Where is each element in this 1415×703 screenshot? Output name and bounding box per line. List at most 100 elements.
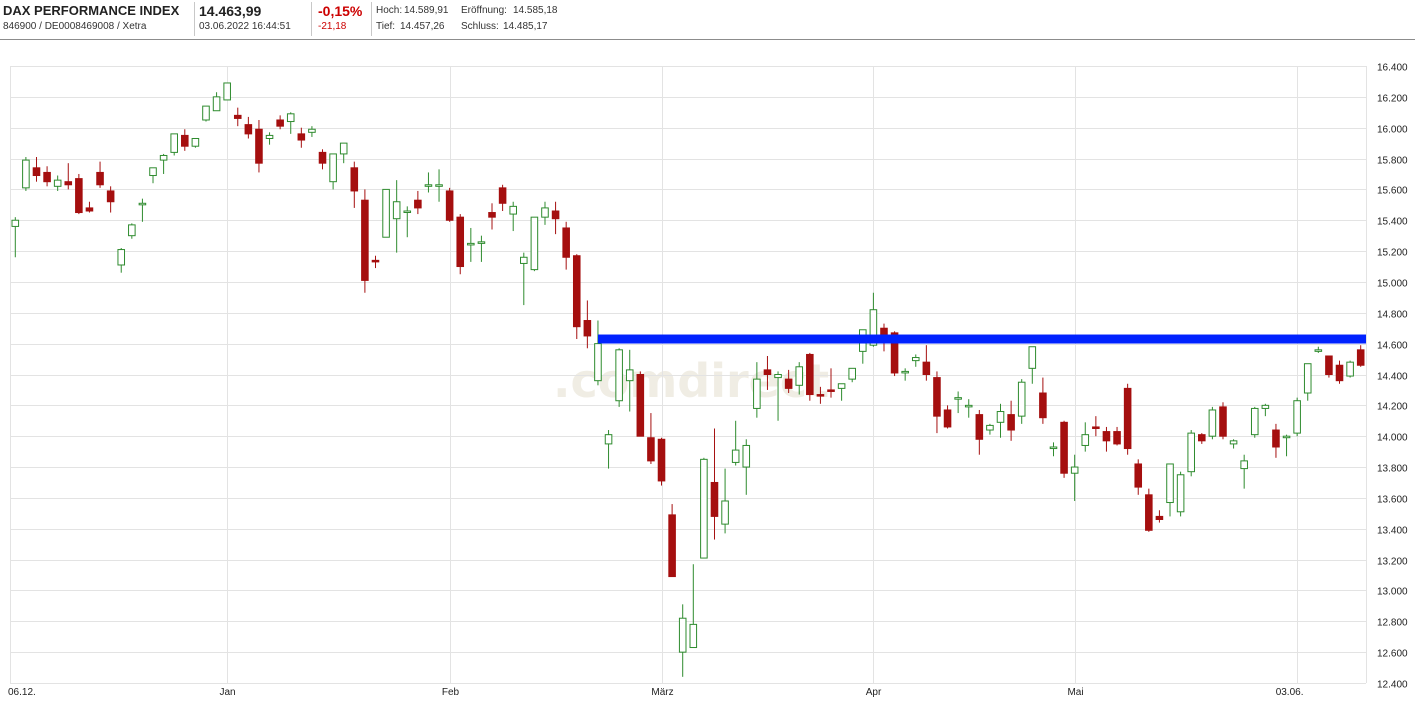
candle-body: [351, 168, 358, 191]
last-price: 14.463,99: [199, 3, 261, 19]
candle-body: [33, 168, 40, 176]
candle-body: [817, 395, 824, 397]
candle-body: [266, 135, 273, 138]
candle-body: [1357, 350, 1364, 365]
x-tick-label: 03.06.: [1276, 687, 1304, 698]
candle-body: [849, 368, 856, 379]
candle-body: [616, 350, 623, 401]
candle-body: [107, 191, 114, 202]
candle-body: [203, 106, 210, 120]
candle-body: [1135, 464, 1142, 487]
close-value: 14.485,17: [503, 21, 548, 32]
change-cell: -0,15% -21,18: [312, 0, 370, 38]
y-tick-label: 15.800: [1377, 156, 1408, 167]
candle-body: [690, 624, 697, 647]
candle-body: [828, 390, 835, 392]
quote-datetime: 03.06.2022 16:44:51: [199, 21, 291, 32]
candle-body: [595, 344, 602, 381]
candle-body: [669, 515, 676, 577]
candle-body: [139, 203, 146, 205]
candle-body: [97, 172, 104, 184]
candle-body: [1167, 464, 1174, 503]
y-tick-label: 14.800: [1377, 310, 1408, 321]
low-label: Tief:: [376, 21, 395, 32]
candle-body: [12, 220, 19, 226]
y-tick-label: 14.600: [1377, 341, 1408, 352]
x-tick-label: Jan: [219, 687, 235, 698]
candle-body: [1294, 401, 1301, 433]
candle-body: [902, 371, 909, 373]
candle-body: [605, 435, 612, 444]
candle-body: [1199, 435, 1206, 441]
candle-body: [1029, 347, 1036, 369]
y-tick-label: 13.000: [1377, 587, 1408, 598]
candle-body: [701, 459, 708, 558]
candle-body: [478, 242, 485, 244]
low-value: 14.457,26: [400, 21, 445, 32]
candle-body: [1283, 436, 1290, 438]
candle-body: [1188, 433, 1195, 472]
open-value: 14.585,18: [513, 5, 558, 16]
candle-body: [1251, 408, 1258, 434]
candle-body: [648, 438, 655, 461]
candle-body: [256, 129, 263, 163]
y-tick-label: 12.400: [1377, 680, 1408, 691]
candle-body: [23, 160, 30, 188]
candle-body: [298, 134, 305, 140]
y-tick-label: 15.600: [1377, 186, 1408, 197]
candle-body: [340, 143, 347, 154]
candle-body: [499, 188, 506, 203]
candle-body: [1315, 350, 1322, 352]
candle-body: [192, 138, 199, 146]
candle-body: [436, 185, 443, 187]
candle-body: [65, 182, 72, 185]
high-value: 14.589,91: [404, 5, 449, 16]
candle-body: [563, 228, 570, 257]
candle-body: [277, 120, 284, 126]
instrument-name[interactable]: DAX PERFORMANCE INDEX: [3, 3, 179, 18]
candle-body: [626, 370, 633, 381]
candle-body: [150, 168, 157, 176]
candle-body: [362, 200, 369, 280]
candle-body: [955, 398, 962, 400]
candle-body: [182, 135, 189, 146]
candle-body: [1220, 407, 1227, 436]
candle-body: [1008, 415, 1015, 430]
candle-body: [1177, 475, 1184, 512]
change-absolute: -21,18: [318, 21, 346, 32]
candle-body: [309, 129, 316, 132]
candle-body: [1018, 382, 1025, 416]
candle-body: [1146, 495, 1153, 530]
y-tick-label: 13.800: [1377, 464, 1408, 475]
candle-body: [383, 189, 390, 237]
candle-body: [1114, 432, 1121, 444]
y-tick-label: 16.400: [1377, 63, 1408, 74]
y-axis-labels: 12.40012.60012.80013.00013.20013.40013.6…: [1377, 63, 1408, 691]
candle-body: [1304, 364, 1311, 393]
candle-body: [446, 191, 453, 220]
candle-body: [637, 375, 644, 437]
price-cell: 14.463,99 03.06.2022 16:44:51: [195, 0, 310, 38]
y-tick-label: 16.200: [1377, 94, 1408, 105]
candle-body: [118, 250, 125, 265]
ohlc-cell: Hoch: 14.589,91 Eröffnung: 14.585,18 Tie…: [372, 0, 672, 38]
y-tick-label: 13.400: [1377, 526, 1408, 537]
candle-body: [923, 362, 930, 374]
candle-body: [489, 213, 496, 218]
candle-body: [468, 243, 475, 245]
x-axis-labels: 06.12.JanFebMärzAprMai03.06.: [8, 687, 1304, 698]
candle-body: [510, 206, 517, 214]
candle-body: [944, 410, 951, 427]
y-tick-label: 14.200: [1377, 402, 1408, 413]
candle-body: [711, 482, 718, 516]
candle-body: [785, 379, 792, 388]
candle-body: [372, 260, 379, 262]
candle-body: [997, 412, 1004, 423]
candle-body: [679, 618, 686, 652]
candle-body: [573, 256, 580, 327]
candle-body: [44, 172, 51, 181]
instrument-ids: 846900 / DE0008469008 / Xetra: [3, 21, 146, 32]
y-tick-label: 12.800: [1377, 618, 1408, 629]
y-tick-label: 12.600: [1377, 649, 1408, 660]
candle-body: [234, 115, 241, 118]
